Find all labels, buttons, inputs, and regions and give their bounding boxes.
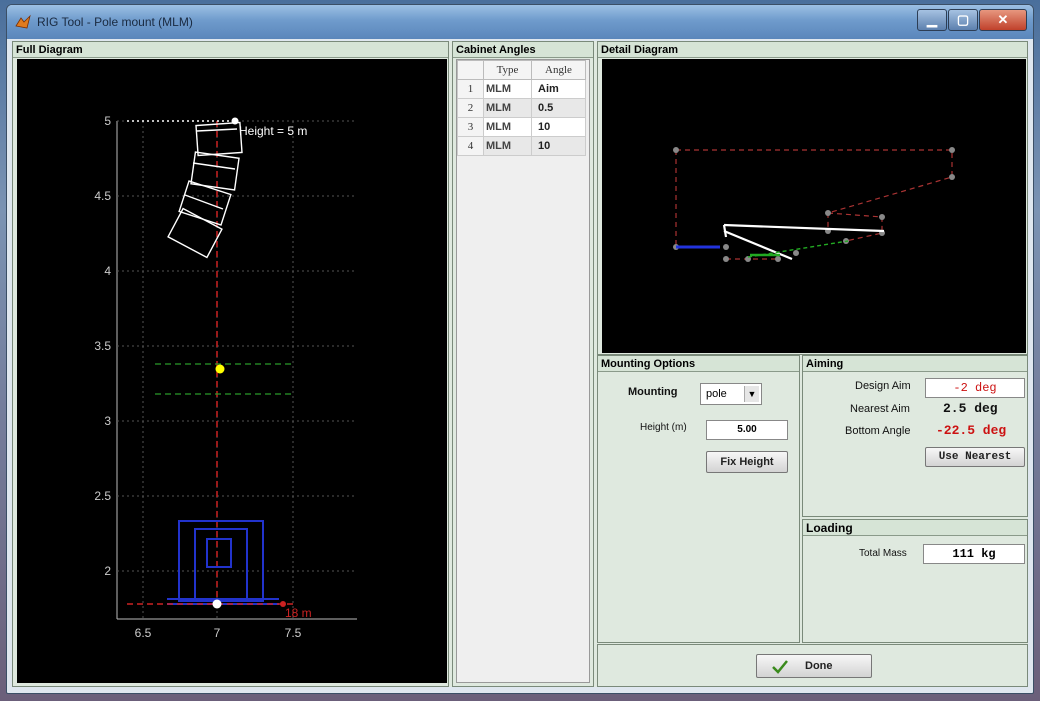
bottom-angle-value: -22.5 deg — [936, 423, 1007, 438]
y-tick-label: 3 — [104, 414, 111, 428]
cell-type[interactable]: MLM — [483, 117, 532, 137]
cabinet-angles-table: Type Angle 1 MLM Aim 2 MLM 0.5 3 MLM 10 … — [456, 59, 590, 683]
full-diagram-header: Full Diagram — [13, 42, 448, 58]
cabinet-angles-header: Cabinet Angles — [453, 42, 593, 58]
grid-lines — [117, 120, 357, 619]
distance-label: 18 m — [285, 606, 312, 620]
column-header-type[interactable]: Type — [483, 60, 532, 80]
detail-diagram-plot[interactable] — [602, 59, 1026, 353]
table-corner — [457, 60, 484, 80]
nearest-aim-label: Nearest Aim — [850, 403, 910, 415]
cabinet-angles-panel: Cabinet Angles Type Angle 1 MLM Aim 2 ML… — [452, 41, 594, 687]
aim-point — [215, 364, 225, 374]
detail-diagram-panel: Detail Diagram — [597, 41, 1028, 355]
table-row: 3 MLM 10 — [457, 117, 586, 137]
app-window: RIG Tool - Pole mount (MLM) ▁ ▢ ✕ Full D… — [6, 4, 1034, 694]
x-tick-label: 7 — [214, 626, 221, 640]
maximize-button[interactable]: ▢ — [948, 9, 978, 31]
loading-header: Loading — [803, 520, 1027, 536]
speaker-array — [167, 121, 243, 259]
client-area: Full Diagram 5 4.5 4 3.5 3 2.5 2 6.5 7 7… — [12, 41, 1028, 687]
title-bar[interactable]: RIG Tool - Pole mount (MLM) ▁ ▢ ✕ — [7, 5, 1033, 39]
total-mass-label: Total Mass — [859, 548, 907, 559]
cell-type[interactable]: MLM — [483, 98, 532, 118]
pole-base — [167, 520, 279, 605]
cell-type[interactable]: MLM — [483, 79, 532, 99]
full-diagram-panel: Full Diagram 5 4.5 4 3.5 3 2.5 2 6.5 7 7… — [12, 41, 449, 687]
y-tick-label: 4.5 — [94, 189, 111, 203]
chevron-down-icon[interactable]: ▼ — [744, 386, 759, 402]
height-input[interactable]: 5.00 — [706, 420, 788, 440]
design-aim-input[interactable]: -2 deg — [925, 378, 1025, 398]
nearest-aim-value: 2.5 deg — [943, 401, 998, 416]
cell-angle[interactable]: 0.5 — [531, 98, 586, 118]
y-tick-label: 4 — [104, 264, 111, 278]
cell-angle[interactable]: 10 — [531, 136, 586, 156]
total-mass-value: 111 kg — [923, 544, 1025, 564]
fix-height-button[interactable]: Fix Height — [706, 451, 788, 473]
mounting-select[interactable]: pole ▼ — [700, 383, 762, 405]
y-tick-label: 5 — [104, 114, 111, 128]
loading-panel: Loading Total Mass 111 kg — [802, 519, 1028, 643]
full-diagram-plot[interactable]: 5 4.5 4 3.5 3 2.5 2 6.5 7 7.5 Height = 5… — [17, 59, 447, 683]
table-row: 4 MLM 10 — [457, 136, 586, 156]
design-aim-label: Design Aim — [855, 380, 911, 392]
height-label: Height = 5 m — [239, 124, 307, 138]
mounting-options-header: Mounting Options — [598, 356, 799, 372]
array-segment — [722, 223, 885, 261]
vertex-points — [673, 147, 955, 262]
height-label: Height (m) — [640, 422, 687, 433]
use-nearest-button[interactable]: Use Nearest — [925, 447, 1025, 467]
minimize-button[interactable]: ▁ — [917, 9, 947, 31]
close-button[interactable]: ✕ — [979, 9, 1027, 31]
row-index[interactable]: 3 — [457, 117, 484, 137]
cell-angle[interactable]: 10 — [531, 117, 586, 137]
table-row: 1 MLM Aim — [457, 79, 586, 99]
bottom-bar: Done — [597, 644, 1028, 687]
bottom-angle-label: Bottom Angle — [845, 425, 911, 437]
mounting-options-panel: Mounting Options Mounting pole ▼ Height … — [597, 355, 800, 643]
cell-type[interactable]: MLM — [483, 136, 532, 156]
pole-foot-point — [212, 599, 222, 609]
aiming-panel: Aiming Design Aim -2 deg Nearest Aim 2.5… — [802, 355, 1028, 517]
row-index[interactable]: 4 — [457, 136, 484, 156]
table-row: 2 MLM 0.5 — [457, 98, 586, 118]
x-tick-label: 6.5 — [135, 626, 152, 640]
outline-shape — [675, 149, 953, 260]
y-tick-label: 3.5 — [94, 339, 111, 353]
row-index[interactable]: 1 — [457, 79, 484, 99]
aiming-header: Aiming — [803, 356, 1027, 372]
window-title: RIG Tool - Pole mount (MLM) — [37, 15, 193, 29]
done-button[interactable]: Done — [756, 654, 872, 678]
checkmark-icon — [772, 660, 788, 674]
matlab-icon — [15, 14, 31, 29]
mounting-select-value: pole — [706, 388, 727, 400]
done-button-label: Done — [805, 660, 833, 672]
row-index[interactable]: 2 — [457, 98, 484, 118]
x-tick-label: 7.5 — [285, 626, 302, 640]
cell-angle[interactable]: Aim — [531, 79, 586, 99]
y-tick-label: 2.5 — [94, 489, 111, 503]
column-header-angle[interactable]: Angle — [531, 60, 586, 80]
detail-diagram-header: Detail Diagram — [598, 42, 1027, 58]
mounting-label: Mounting — [628, 386, 678, 398]
y-tick-label: 2 — [104, 564, 111, 578]
